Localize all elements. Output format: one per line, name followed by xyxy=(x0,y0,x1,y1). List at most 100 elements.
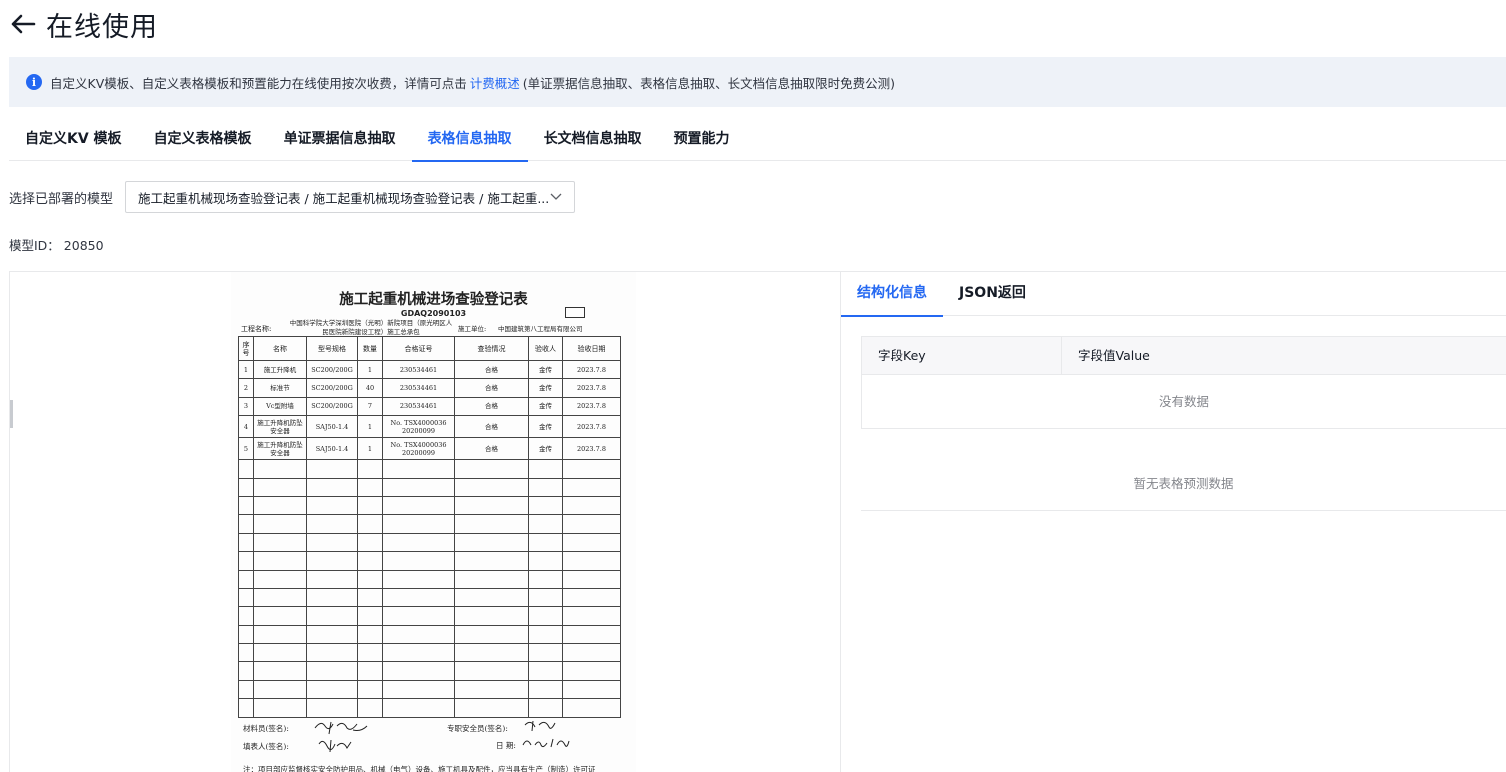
doc-table-cell xyxy=(454,661,529,681)
tab-preset-capability[interactable]: 预置能力 xyxy=(658,118,746,161)
doc-table-cell xyxy=(238,477,254,497)
doc-table-cell xyxy=(562,477,621,497)
doc-table-cell: 1 xyxy=(238,359,254,380)
tab-json-return[interactable]: JSON返回 xyxy=(943,272,1042,316)
doc-table-empty-row xyxy=(238,624,621,645)
signature-material xyxy=(314,721,368,735)
doc-table-cell xyxy=(382,495,455,516)
document-viewer[interactable]: 施工起重机械进场查验登记表 GDAQ2090103 工程名称: 中国科学院大学深… xyxy=(9,271,841,772)
doc-project-name: 中国科学院大学深圳医院（光明）新院项目（原光明区人民医院新院建设工程）施工总承包 xyxy=(289,319,453,336)
doc-table-cell: 230534461 xyxy=(382,378,455,398)
doc-table-cell: 2 xyxy=(238,378,254,398)
doc-table-cell xyxy=(528,477,563,497)
doc-col-header: 序号 xyxy=(238,336,254,361)
doc-table-row: 5 施工升降机防坠安全器 SAJ50-1.4 1 No. TSX4000036 2020… xyxy=(238,437,621,461)
doc-table-cell: 合格 xyxy=(454,396,529,417)
doc-table-cell xyxy=(238,643,254,663)
doc-table-cell xyxy=(253,698,307,718)
doc-table-cell xyxy=(238,606,254,626)
doc-table-cell xyxy=(306,569,358,589)
doc-table-empty-row xyxy=(238,477,621,497)
doc-table-cell xyxy=(253,661,307,681)
tab-long-document-extraction[interactable]: 长文档信息抽取 xyxy=(528,118,658,161)
signature-safety xyxy=(524,720,556,732)
doc-table-cell xyxy=(306,643,358,663)
doc-table-cell: 合格 xyxy=(454,415,529,439)
kv-col-value: 字段值Value xyxy=(1078,348,1150,363)
doc-table-cell xyxy=(528,459,563,479)
doc-table-cell xyxy=(238,679,254,700)
doc-table-row: 1 施工升降机 SC200/200G 1 230534461 合格 金传 2023.7.8 xyxy=(238,359,621,380)
doc-table-empty-row xyxy=(238,532,621,553)
doc-table-cell xyxy=(357,606,383,626)
doc-table-cell xyxy=(357,551,383,571)
doc-table-cell xyxy=(238,698,254,718)
model-select-label: 选择已部署的模型 xyxy=(9,192,114,207)
doc-table-cell xyxy=(306,459,358,479)
doc-table-cell xyxy=(306,698,358,718)
doc-table-cell xyxy=(357,477,383,497)
doc-col-header: 验收日期 xyxy=(562,336,621,361)
doc-table-cell xyxy=(528,643,563,663)
doc-table-empty-row xyxy=(238,459,621,479)
doc-unit-value: 中国建筑第八工程局有限公司 xyxy=(498,325,583,333)
doc-table-cell xyxy=(454,477,529,497)
doc-table-cell xyxy=(306,587,358,608)
doc-table-cell xyxy=(562,698,621,718)
doc-table-header: 序号 名称 型号规格 数量 合格证号 查验情况 验收人 验收日期 xyxy=(238,336,621,361)
doc-table-cell xyxy=(253,587,307,608)
doc-table-cell xyxy=(528,532,563,553)
doc-table-cell xyxy=(382,569,455,589)
doc-table-cell xyxy=(454,495,529,516)
doc-table-empty-row xyxy=(238,661,621,681)
doc-table-cell: 金传 xyxy=(528,396,563,417)
doc-table-cell xyxy=(454,698,529,718)
doc-table-cell xyxy=(253,643,307,663)
doc-table-cell xyxy=(253,532,307,553)
billing-overview-link[interactable]: 计费概述 xyxy=(470,73,520,92)
doc-table-cell: 金传 xyxy=(528,359,563,380)
doc-table-cell xyxy=(253,606,307,626)
doc-table-cell xyxy=(238,661,254,681)
tab-receipt-extraction[interactable]: 单证票据信息抽取 xyxy=(268,118,412,161)
doc-col-header: 查验情况 xyxy=(454,336,529,361)
doc-table-cell: 40 xyxy=(357,378,383,398)
doc-table-cell xyxy=(562,643,621,663)
model-id: 模型ID： 20850 xyxy=(9,235,104,254)
doc-table-cell xyxy=(528,606,563,626)
tab-structured-info[interactable]: 结构化信息 xyxy=(841,272,943,317)
doc-table-cell xyxy=(562,532,621,553)
arrow-left-icon[interactable] xyxy=(8,9,38,39)
doc-table-empty-row xyxy=(238,514,621,534)
doc-table-cell: SC200/200G xyxy=(306,359,358,380)
doc-table-cell xyxy=(306,606,358,626)
doc-table-cell: SAJ50-1.4 xyxy=(306,415,358,439)
tab-table-extraction[interactable]: 表格信息抽取 xyxy=(411,118,528,162)
doc-table-cell: 1 xyxy=(357,437,383,461)
doc-col-header: 名称 xyxy=(253,336,307,361)
doc-note: 注：项目部应监督核实安全防护用品、机械（电气）设备、施工机具及配件，应当具有生产… xyxy=(243,765,596,772)
doc-table-cell xyxy=(238,587,254,608)
doc-project-label: 工程名称: xyxy=(241,325,272,333)
main-tabs: 自定义KV 模板 自定义表格模板 单证票据信息抽取 表格信息抽取 长文档信息抽取… xyxy=(9,118,1506,162)
doc-table-cell: 合格 xyxy=(454,437,529,461)
doc-sign-filler: 填表人(签名): xyxy=(243,742,289,751)
tab-custom-kv-template[interactable]: 自定义KV 模板 xyxy=(9,118,138,161)
doc-table-cell xyxy=(454,587,529,608)
model-id-value: 20850 xyxy=(63,238,104,253)
doc-sign-safety: 专职安全员(签名): xyxy=(447,724,508,733)
doc-table-cell xyxy=(382,698,455,718)
doc-table-cell xyxy=(528,569,563,589)
doc-table-cell xyxy=(357,643,383,663)
doc-table-cell xyxy=(382,643,455,663)
signature-filler xyxy=(318,739,352,753)
tab-custom-table-template[interactable]: 自定义表格模板 xyxy=(138,118,268,161)
model-select[interactable]: 施工起重机械现场查验登记表 / 施工起重机械现场查验登记表 / 施工起重... xyxy=(125,181,575,213)
doc-table-cell: 2023.7.8 xyxy=(562,378,621,398)
doc-table-empty-row xyxy=(238,569,621,589)
panel-edge-handle[interactable] xyxy=(10,400,13,428)
doc-table-cell: 3 xyxy=(238,396,254,417)
doc-table-cell xyxy=(382,606,455,626)
doc-table-cell xyxy=(238,514,254,534)
doc-table-cell: 1 xyxy=(357,359,383,380)
